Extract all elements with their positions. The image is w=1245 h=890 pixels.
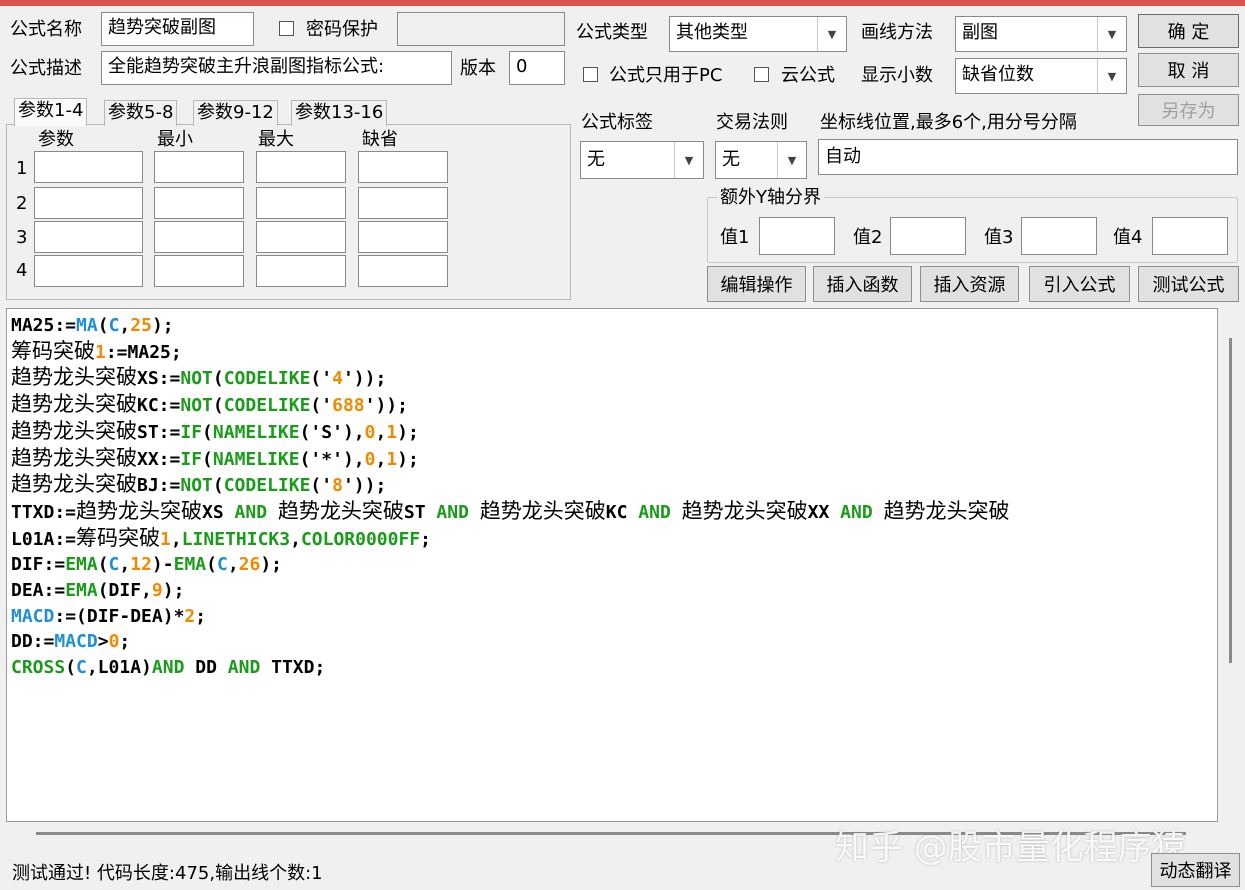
import-formula-button[interactable]: 引入公式 (1029, 266, 1130, 302)
param-1-default-input[interactable] (358, 151, 448, 183)
extra-y-value-1-label: 值1 (720, 227, 750, 248)
formula-tag-label: 公式标签 (581, 112, 653, 133)
extra-y-value-4-input[interactable] (1152, 217, 1228, 255)
cancel-button[interactable]: 取 消 (1138, 53, 1239, 87)
axis-position-input[interactable]: 自动 (818, 139, 1238, 175)
watermark: 知乎 @股市量化程序猿 (835, 828, 1186, 868)
trade-rule-label: 交易法则 (716, 112, 788, 133)
edit-operations-button[interactable]: 编辑操作 (707, 266, 806, 302)
param-1-name-input[interactable] (34, 151, 143, 183)
decimal-label: 显示小数 (861, 65, 933, 86)
decimal-select[interactable]: 缺省位数 ▼ (955, 58, 1127, 94)
trade-rule-value: 无 (722, 149, 740, 170)
vertical-scroll-thumb[interactable] (1229, 338, 1232, 663)
axis-position-label: 坐标线位置,最多6个,用分号分隔 (820, 112, 1077, 133)
draw-method-value: 副图 (962, 22, 998, 43)
formula-name-label: 公式名称 (10, 19, 82, 40)
param-row-index: 1 (16, 158, 28, 179)
formula-type-label: 公式类型 (576, 22, 648, 43)
param-3-default-input[interactable] (358, 221, 448, 253)
formula-type-value: 其他类型 (676, 22, 748, 43)
param-row-index: 4 (16, 260, 28, 281)
extra-y-value-4-label: 值4 (1113, 227, 1143, 248)
param-1-min-input[interactable] (154, 151, 244, 183)
formula-desc-input[interactable]: 全能趋势突破主升浪副图指标公式: (101, 51, 452, 85)
trade-rule-select[interactable]: 无 ▼ (715, 141, 807, 179)
param-3-max-input[interactable] (256, 221, 346, 253)
param-4-default-input[interactable] (358, 255, 448, 287)
tab-params-5-8[interactable]: 参数5-8 (104, 100, 178, 126)
param-row-index: 2 (16, 193, 28, 214)
tab-params-1-4[interactable]: 参数1-4 (14, 98, 88, 126)
dynamic-translate-button[interactable]: 动态翻译 (1151, 853, 1240, 887)
formula-tag-select[interactable]: 无 ▼ (580, 141, 704, 179)
extra-y-value-1-input[interactable] (759, 217, 835, 255)
extra-y-value-3-input[interactable] (1021, 217, 1097, 255)
chevron-down-icon[interactable]: ▼ (674, 142, 703, 178)
insert-function-button[interactable]: 插入函数 (813, 266, 912, 302)
pc-only-checkbox[interactable] (583, 67, 598, 82)
version-label: 版本 (460, 58, 496, 79)
param-header-min: 最小 (157, 129, 193, 150)
param-header-max: 最大 (258, 129, 294, 150)
test-formula-button[interactable]: 测试公式 (1138, 266, 1239, 302)
param-3-name-input[interactable] (34, 221, 143, 253)
chevron-down-icon[interactable]: ▼ (1097, 17, 1126, 51)
password-protect-label: 密码保护 (306, 19, 378, 40)
param-header-default: 缺省 (362, 129, 398, 150)
draw-method-label: 画线方法 (861, 22, 933, 43)
insert-resource-button[interactable]: 插入资源 (920, 266, 1019, 302)
code-text: MA25:=MA(C,25); 筹码突破1:=MA25; 趋势龙头突破XS:=N… (11, 313, 1010, 681)
password-input[interactable] (397, 12, 565, 46)
chevron-down-icon[interactable]: ▼ (777, 142, 806, 178)
window-top-border (0, 0, 1245, 6)
chevron-down-icon[interactable]: ▼ (817, 17, 846, 51)
password-protect-checkbox[interactable] (279, 21, 294, 36)
param-1-max-input[interactable] (256, 151, 346, 183)
cloud-formula-label: 云公式 (781, 65, 835, 86)
vertical-scrollbar[interactable] (1218, 308, 1242, 822)
param-header-name: 参数 (38, 129, 74, 150)
tab-params-9-12[interactable]: 参数9-12 (193, 100, 278, 126)
decimal-value: 缺省位数 (962, 64, 1034, 85)
pc-only-label: 公式只用于PC (609, 65, 723, 86)
draw-method-select[interactable]: 副图 ▼ (955, 16, 1127, 52)
code-line: MA25:=MA(C,25); 筹码突破1:=MA25; 趋势龙头突破XS:=N… (11, 315, 1010, 679)
param-4-name-input[interactable] (34, 255, 143, 287)
formula-type-select[interactable]: 其他类型 ▼ (669, 16, 847, 52)
param-2-max-input[interactable] (256, 187, 346, 219)
status-text: 测试通过! 代码长度:475,输出线个数:1 (12, 863, 323, 884)
param-4-max-input[interactable] (256, 255, 346, 287)
cloud-formula-checkbox[interactable] (754, 67, 769, 82)
param-row-index: 3 (16, 227, 28, 248)
extra-y-value-2-label: 值2 (853, 227, 883, 248)
code-editor[interactable]: MA25:=MA(C,25); 筹码突破1:=MA25; 趋势龙头突破XS:=N… (6, 308, 1218, 822)
param-2-name-input[interactable] (34, 187, 143, 219)
extra-y-value-3-label: 值3 (984, 227, 1014, 248)
param-3-min-input[interactable] (154, 221, 244, 253)
ok-button[interactable]: 确 定 (1138, 14, 1239, 48)
chevron-down-icon[interactable]: ▼ (1097, 59, 1126, 93)
save-as-button[interactable]: 另存为 (1138, 94, 1239, 126)
param-2-default-input[interactable] (358, 187, 448, 219)
formula-tag-value: 无 (587, 149, 605, 170)
extra-y-value-2-input[interactable] (890, 217, 966, 255)
param-2-min-input[interactable] (154, 187, 244, 219)
formula-name-input[interactable]: 趋势突破副图 (101, 12, 254, 46)
param-4-min-input[interactable] (154, 255, 244, 287)
version-input[interactable]: 0 (509, 51, 565, 85)
tab-params-13-16[interactable]: 参数13-16 (291, 100, 388, 126)
formula-desc-label: 公式描述 (10, 58, 82, 79)
extra-y-axis-label: 额外Y轴分界 (717, 187, 824, 209)
